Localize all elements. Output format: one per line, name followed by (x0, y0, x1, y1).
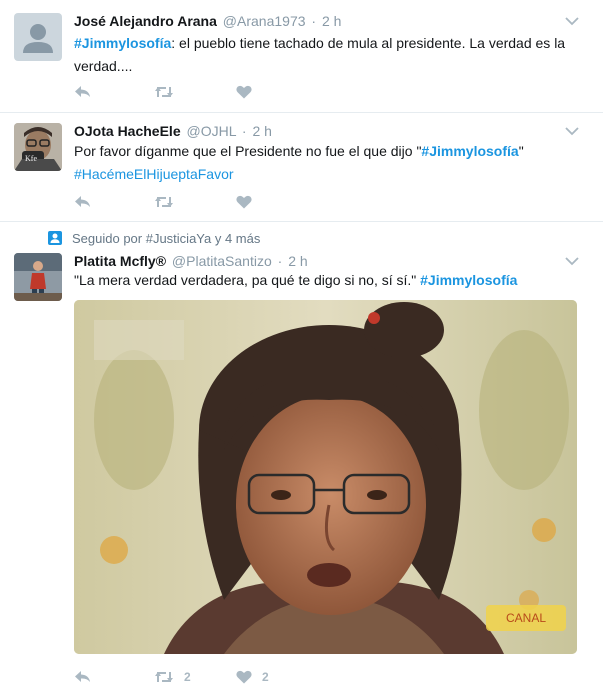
heart-icon (236, 670, 252, 684)
user-avatar[interactable] (14, 253, 62, 301)
chevron-down-icon[interactable] (565, 256, 579, 266)
hashtag-link[interactable]: #Jimmylosofía (421, 143, 518, 159)
reply-button[interactable] (74, 667, 92, 687)
mug-label: Kfe (25, 154, 37, 163)
tweet-2[interactable]: Kfe OJota HacheEle @OJHL · 2 h Por favor… (0, 113, 603, 222)
tweet-text-post: " (518, 143, 524, 159)
chevron-down-icon[interactable] (565, 126, 579, 136)
reply-icon (75, 86, 90, 97)
social-context[interactable]: Seguido por #JusticiaYa y 4 más (72, 231, 260, 246)
chevron-down-icon[interactable] (565, 16, 579, 26)
tweet-3-header: Platita Mcfly® @PlatitaSantizo · 2 h (74, 253, 308, 269)
retweet-button[interactable] (154, 82, 174, 102)
tweet-text-line1: : el pueblo tiene tachado de mula al pre… (171, 35, 566, 51)
tweet-text: "La mera verdad verdadera, pa qué te dig… (74, 269, 574, 292)
author-handle[interactable]: @Arana1973 (223, 13, 306, 29)
retweet-icon (155, 672, 173, 682)
like-button[interactable] (236, 192, 252, 212)
hashtag-link-2[interactable]: #HacémeElHijueptaFavor (74, 166, 234, 182)
dot-separator: · (311, 13, 317, 29)
author-name[interactable]: Platita Mcfly® (74, 253, 166, 269)
tweet-3[interactable]: Seguido por #JusticiaYa y 4 más Platita … (0, 222, 603, 691)
media-watermark: CANAL (506, 611, 546, 625)
timestamp[interactable]: 2 h (288, 253, 307, 269)
hashtag-link[interactable]: #Jimmylosofía (420, 272, 517, 288)
reply-button[interactable] (74, 82, 92, 102)
retweet-button[interactable] (154, 192, 174, 212)
tweet-text-pre: "La mera verdad verdadera, pa qué te dig… (74, 272, 421, 288)
timeline: José Alejandro Arana @Arana1973 · 2 h #J… (0, 0, 603, 691)
timestamp[interactable]: 2 h (252, 123, 271, 139)
reply-icon (75, 196, 90, 207)
dot-separator: · (241, 123, 247, 139)
like-count: 2 (262, 670, 269, 684)
retweet-count: 2 (184, 670, 191, 684)
default-avatar[interactable] (14, 13, 62, 61)
hashtag-link[interactable]: #Jimmylosofía (74, 35, 171, 51)
tweet-actions: 2 2 (74, 667, 374, 687)
author-handle[interactable]: @OJHL (187, 123, 236, 139)
heart-icon (236, 85, 252, 99)
tweet-media-image[interactable]: CANAL (74, 300, 577, 654)
author-name[interactable]: José Alejandro Arana (74, 13, 217, 29)
tweet-actions (74, 82, 374, 102)
dot-separator: · (277, 253, 283, 269)
like-button[interactable] (236, 82, 252, 102)
like-button[interactable]: 2 (236, 667, 269, 687)
retweet-button[interactable]: 2 (154, 667, 191, 687)
reply-button[interactable] (74, 192, 92, 212)
author-name[interactable]: OJota HacheEle (74, 123, 181, 139)
tweet-text-pre: Por favor díganme que el Presidente no f… (74, 143, 422, 159)
tweet-text-line2: verdad.... (74, 58, 133, 74)
author-handle[interactable]: @PlatitaSantizo (172, 253, 272, 269)
tweet-text: #Jimmylosofía: el pueblo tiene tachado d… (74, 32, 574, 78)
retweet-icon (155, 197, 173, 207)
user-avatar[interactable]: Kfe (14, 123, 62, 171)
tweet-2-header: OJota HacheEle @OJHL · 2 h (74, 123, 272, 139)
reply-icon (75, 671, 90, 682)
tweet-1-header: José Alejandro Arana @Arana1973 · 2 h (74, 13, 341, 29)
heart-icon (236, 195, 252, 209)
timestamp[interactable]: 2 h (322, 13, 341, 29)
follow-person-icon (48, 231, 62, 245)
photo-illustration: CANAL (74, 300, 577, 654)
tweet-text: Por favor díganme que el Presidente no f… (74, 140, 574, 186)
tweet-actions (74, 192, 374, 212)
tweet-1[interactable]: José Alejandro Arana @Arana1973 · 2 h #J… (0, 0, 603, 113)
retweet-icon (155, 87, 173, 97)
